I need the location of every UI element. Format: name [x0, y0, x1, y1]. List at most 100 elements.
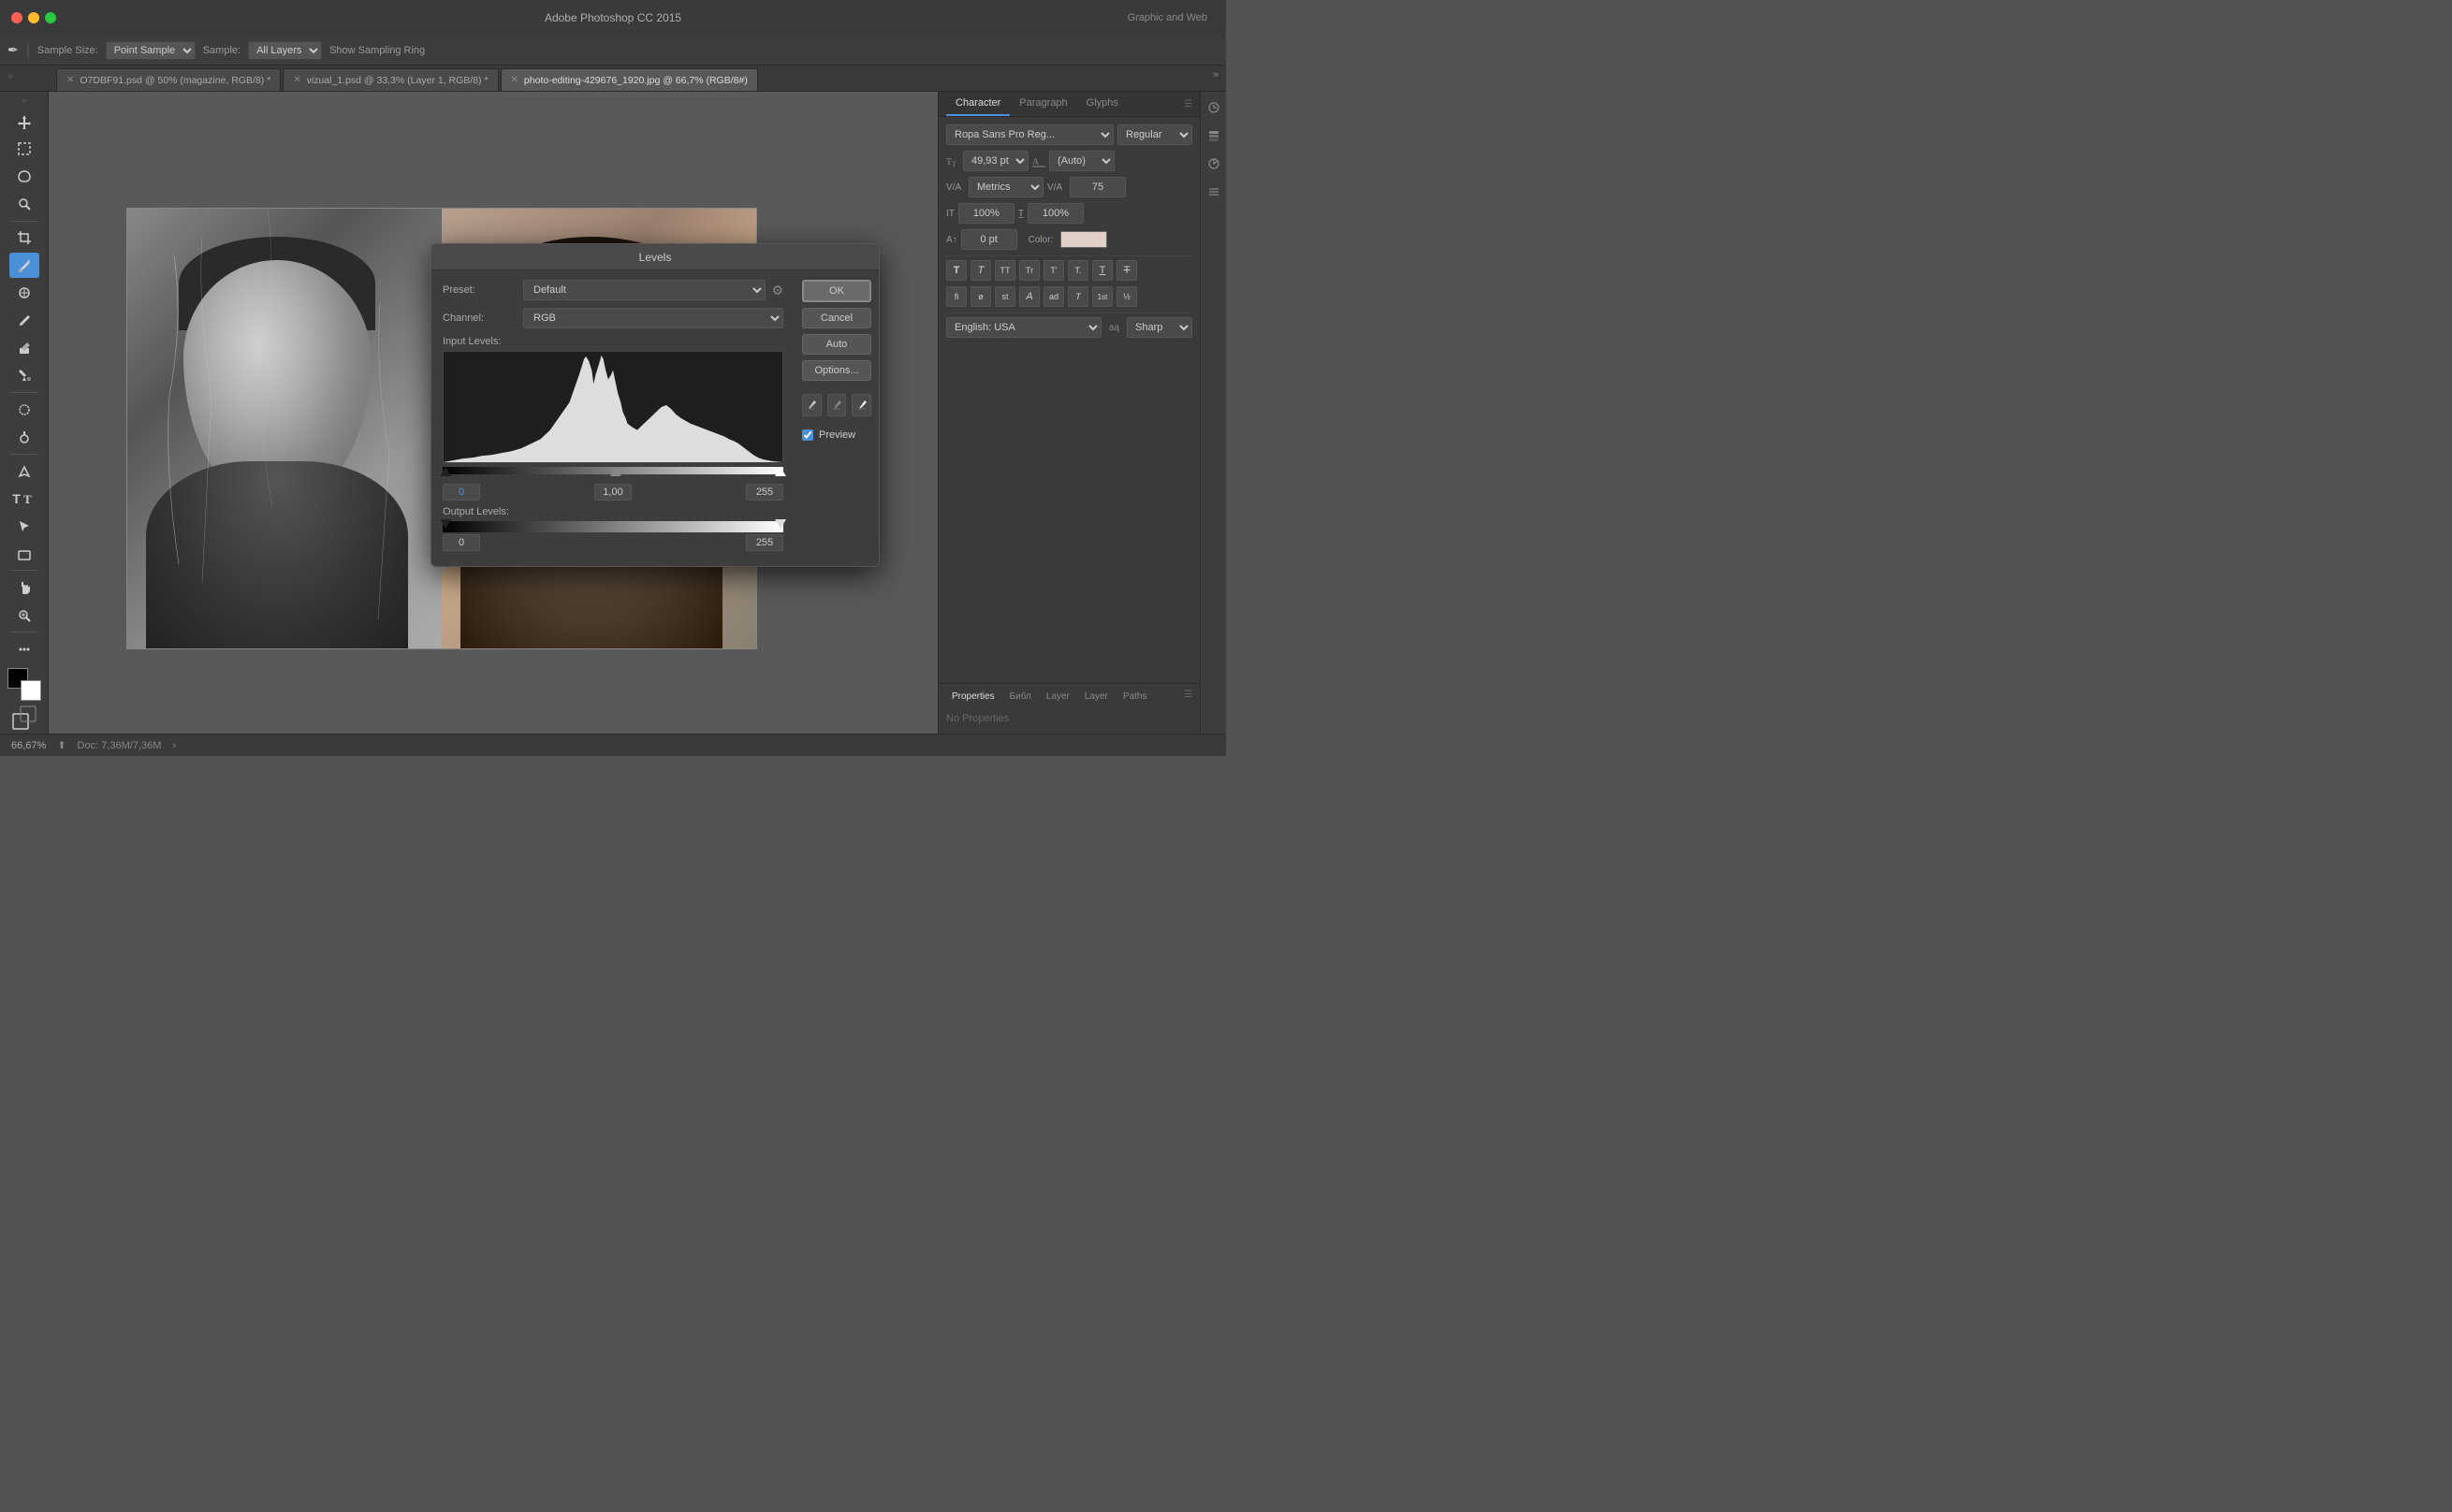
type-tool[interactable]: T T: [9, 486, 39, 511]
tab-collapse-button[interactable]: »: [1213, 69, 1219, 80]
close-button[interactable]: [11, 12, 22, 23]
tab-2[interactable]: ✕ photo-editing-429676_1920.jpg @ 66,7% …: [501, 68, 758, 91]
props-tab-bibl[interactable]: Библ: [1004, 690, 1037, 704]
type-strikethrough[interactable]: T: [1117, 260, 1137, 281]
layers-icon[interactable]: [1204, 125, 1224, 146]
eyedropper-tool[interactable]: [9, 253, 39, 278]
tab-close-1[interactable]: ✕: [293, 75, 300, 85]
kerning-select[interactable]: Metrics: [969, 177, 1044, 197]
paint-bucket-tool[interactable]: [9, 363, 39, 388]
quick-mask[interactable]: [11, 705, 37, 734]
type-bold[interactable]: T: [946, 260, 967, 281]
sample-size-select[interactable]: Point Sample: [106, 41, 196, 60]
blur-tool[interactable]: [9, 397, 39, 422]
color-swatches[interactable]: [7, 668, 41, 701]
type-smallcaps[interactable]: Tr: [1019, 260, 1040, 281]
preset-gear-icon[interactable]: ⚙: [771, 283, 783, 298]
language-select[interactable]: English: USA: [946, 317, 1102, 338]
antialias-select[interactable]: Sharp: [1127, 317, 1192, 338]
output-max-value[interactable]: [746, 534, 783, 551]
type-fraction[interactable]: ½: [1117, 286, 1137, 307]
move-tool[interactable]: [9, 109, 39, 134]
properties-menu[interactable]: ☰: [1184, 690, 1192, 704]
output-min-value[interactable]: [443, 534, 480, 551]
input-black-point-slider[interactable]: [440, 467, 451, 476]
levels-ok-button[interactable]: OK: [802, 280, 871, 302]
output-black-point-slider[interactable]: [440, 519, 451, 529]
white-point-eyedropper[interactable]: [852, 394, 871, 416]
input-min-value[interactable]: [443, 484, 480, 501]
black-point-eyedropper[interactable]: [802, 394, 822, 416]
props-tab-properties[interactable]: Properties: [946, 690, 1000, 704]
tab-1[interactable]: ✕ vizual_1.psd @ 33,3% (Layer 1, RGB/8) …: [283, 68, 498, 91]
type-old-style[interactable]: A: [1019, 286, 1040, 307]
show-sampling-checkbox[interactable]: Show Sampling Ring: [329, 45, 425, 56]
type-subscript[interactable]: T.: [1068, 260, 1088, 281]
pen-tool[interactable]: [9, 458, 39, 484]
scale-h-input[interactable]: [958, 203, 1014, 224]
minimize-button[interactable]: [28, 12, 39, 23]
output-white-point-slider[interactable]: [775, 519, 786, 529]
adjustments-icon[interactable]: [1204, 153, 1224, 174]
zoom-tool[interactable]: [9, 603, 39, 628]
doc-arrow[interactable]: ›: [172, 740, 176, 751]
export-icon[interactable]: ⬆: [57, 739, 66, 751]
gray-point-eyedropper[interactable]: [827, 394, 847, 416]
baseline-input[interactable]: [961, 229, 1017, 250]
color-swatch[interactable]: [1060, 231, 1107, 248]
font-family-select[interactable]: Ropa Sans Pro Reg...: [946, 124, 1114, 145]
channel-select[interactable]: RGB: [523, 308, 783, 328]
font-size-select[interactable]: 49,93 pt: [963, 151, 1029, 171]
lasso-tool[interactable]: [9, 164, 39, 189]
tab-character[interactable]: Character: [946, 92, 1010, 116]
type-alt-ligature[interactable]: ø: [971, 286, 991, 307]
preset-select[interactable]: Default: [523, 280, 766, 300]
history-icon[interactable]: [1204, 97, 1224, 118]
shape-tool[interactable]: [9, 541, 39, 566]
tab-paragraph[interactable]: Paragraph: [1010, 92, 1076, 116]
levels-cancel-button[interactable]: Cancel: [802, 308, 871, 328]
eraser-tool[interactable]: [9, 335, 39, 360]
props-tab-layer1[interactable]: Layer: [1041, 690, 1075, 704]
type-uppercase[interactable]: TT: [995, 260, 1015, 281]
path-select-tool[interactable]: [9, 514, 39, 539]
eyedropper-tool-icon[interactable]: ✒: [7, 42, 19, 58]
sample-select[interactable]: All Layers: [248, 41, 322, 60]
props-tab-paths[interactable]: Paths: [1117, 690, 1153, 704]
type-titling[interactable]: T: [1068, 286, 1088, 307]
type-superscript[interactable]: T': [1044, 260, 1064, 281]
type-ligature[interactable]: fi: [946, 286, 967, 307]
type-stylistic[interactable]: ad: [1044, 286, 1064, 307]
tab-close-2[interactable]: ✕: [511, 75, 518, 85]
input-midpoint-slider[interactable]: [610, 467, 621, 476]
input-white-point-slider[interactable]: [775, 467, 786, 476]
spot-heal-tool[interactable]: [9, 280, 39, 305]
maximize-button[interactable]: [45, 12, 56, 23]
dodge-tool[interactable]: [9, 424, 39, 449]
props-tab-layer2[interactable]: Layer: [1079, 690, 1114, 704]
crop-tool[interactable]: [9, 225, 39, 251]
type-discretionary[interactable]: st: [995, 286, 1015, 307]
type-ordinal[interactable]: 1st: [1092, 286, 1113, 307]
tab-0[interactable]: ✕ O7DBF91.psd @ 50% (magazine, RGB/8) *: [56, 68, 281, 91]
levels-options-button[interactable]: Options...: [802, 360, 871, 381]
channels-icon[interactable]: [1204, 182, 1224, 202]
leading-select[interactable]: (Auto): [1049, 151, 1115, 171]
brush-tool[interactable]: [9, 308, 39, 333]
character-panel-menu[interactable]: ☰: [1184, 99, 1192, 109]
type-underline[interactable]: T: [1092, 260, 1113, 281]
hand-tool[interactable]: [9, 574, 39, 600]
font-style-select[interactable]: Regular: [1117, 124, 1192, 145]
background-color[interactable]: [21, 680, 41, 701]
input-mid-value[interactable]: [594, 484, 632, 501]
type-italic[interactable]: T: [971, 260, 991, 281]
input-max-value[interactable]: [746, 484, 783, 501]
tab-close-0[interactable]: ✕: [66, 75, 74, 85]
levels-auto-button[interactable]: Auto: [802, 334, 871, 355]
quick-select-tool[interactable]: [9, 191, 39, 216]
extra-tools[interactable]: [9, 636, 39, 662]
tracking-input[interactable]: [1070, 177, 1126, 197]
scale-v-input[interactable]: [1028, 203, 1084, 224]
preview-checkbox[interactable]: [802, 429, 813, 441]
marquee-rect-tool[interactable]: [9, 136, 39, 161]
